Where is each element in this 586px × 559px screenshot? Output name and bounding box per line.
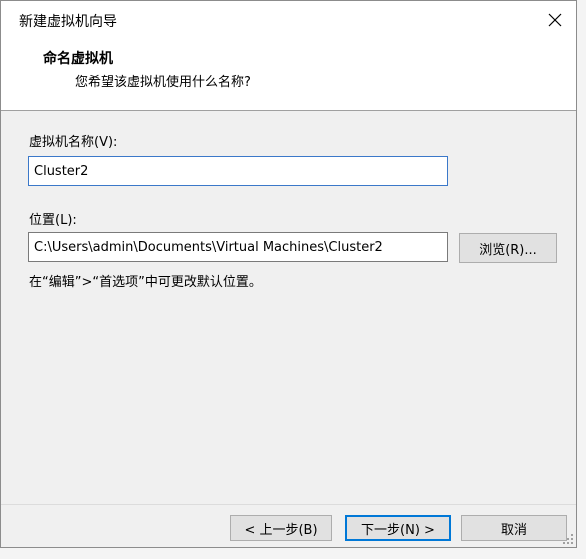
wizard-header: 命名虚拟机 您希望该虚拟机使用什么名称?: [1, 39, 576, 111]
close-button[interactable]: [540, 5, 570, 35]
browse-button[interactable]: 浏览(R)...: [459, 233, 557, 263]
location-input[interactable]: [28, 232, 448, 262]
back-button[interactable]: < 上一步(B): [230, 515, 332, 541]
vm-name-input[interactable]: [28, 156, 448, 186]
resize-grip-icon[interactable]: [562, 533, 574, 545]
location-label: 位置(L):: [29, 213, 77, 228]
background-window-edge: [577, 0, 586, 559]
location-hint-text: 在“编辑”>“首选项”中可更改默认位置。: [29, 275, 262, 290]
page-title: 命名虚拟机: [43, 51, 113, 67]
close-icon: [548, 13, 562, 27]
next-button[interactable]: 下一步(N) >: [345, 515, 451, 541]
new-vm-wizard-dialog: 新建虚拟机向导 命名虚拟机 您希望该虚拟机使用什么名称? 虚拟机名称(V): 位…: [0, 0, 577, 548]
cancel-button[interactable]: 取消: [461, 515, 567, 541]
vm-name-label: 虚拟机名称(V):: [29, 135, 118, 150]
background-window-bottom: [0, 548, 586, 559]
footer-divider: [1, 504, 576, 505]
title-bar: 新建虚拟机向导: [1, 1, 576, 39]
page-subtitle: 您希望该虚拟机使用什么名称?: [75, 75, 251, 90]
window-title: 新建虚拟机向导: [19, 14, 117, 30]
